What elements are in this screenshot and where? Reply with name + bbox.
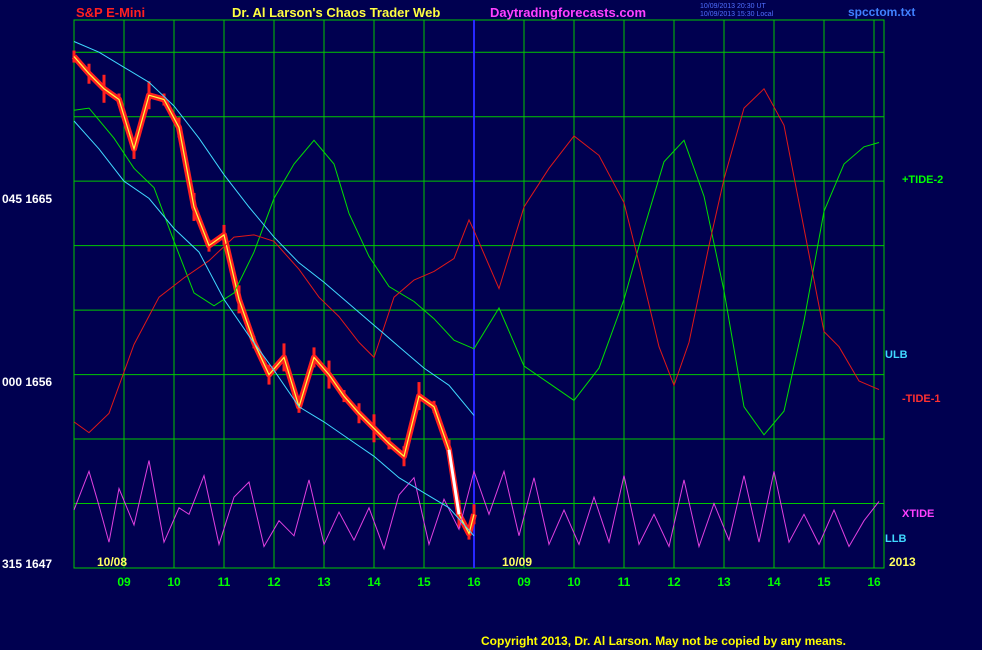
date-now-label: 10/09 <box>502 555 533 569</box>
date-start-label: 10/08 <box>97 555 128 569</box>
legend-tide1: -TIDE-1 <box>902 393 941 405</box>
x-tick-label: 09 <box>117 575 131 589</box>
x-tick-label: 09 <box>517 575 531 589</box>
tide2-line <box>73 107 880 436</box>
symbol-title: S&P E-Mini <box>76 5 146 20</box>
tide1-line <box>73 87 880 434</box>
legend-tide2: +TIDE-2 <box>902 174 944 186</box>
x-tick-label: 12 <box>267 575 281 589</box>
x-tick-label: 12 <box>667 575 681 589</box>
x-tick-label: 10 <box>567 575 581 589</box>
x-tick-label: 11 <box>617 575 631 589</box>
x-tick-label: 10 <box>167 575 181 589</box>
x-tick-label: 15 <box>417 575 431 589</box>
y-label-top: 045 1665 <box>2 192 53 206</box>
xtide-line <box>73 460 880 551</box>
time-local: 10/09/2013 15:30 Local <box>700 11 774 18</box>
series-lines <box>71 41 880 551</box>
copyright-notice: Copyright 2013, Dr. Al Larson. May not b… <box>481 634 846 648</box>
x-tick-label: 16 <box>467 575 481 589</box>
x-tick-label: 14 <box>767 575 781 589</box>
x-tick-label: 13 <box>317 575 331 589</box>
file-name: spcctom.txt <box>848 5 916 19</box>
legend-xtide: XTIDE <box>902 508 935 520</box>
year-label: 2013 <box>889 555 916 569</box>
site-link[interactable]: Daytradingforecasts.com <box>490 5 646 20</box>
y-label-bottom: 315 1647 <box>2 557 53 571</box>
x-tick-label: 15 <box>817 575 831 589</box>
y-label-mid: 000 1656 <box>2 375 53 389</box>
legend-llb: LLB <box>885 533 907 545</box>
x-tick-label: 14 <box>367 575 381 589</box>
time-utc: 10/09/2013 20:30 UT <box>700 3 766 10</box>
site-title: Dr. Al Larson's Chaos Trader Web <box>232 5 441 20</box>
x-tick-label: 11 <box>217 575 231 589</box>
x-tick-label: 13 <box>717 575 731 589</box>
x-tick-label: 16 <box>867 575 881 589</box>
legend-ulb: ULB <box>885 349 908 361</box>
recent-price-line <box>447 449 461 515</box>
chart-svg <box>71 19 885 569</box>
